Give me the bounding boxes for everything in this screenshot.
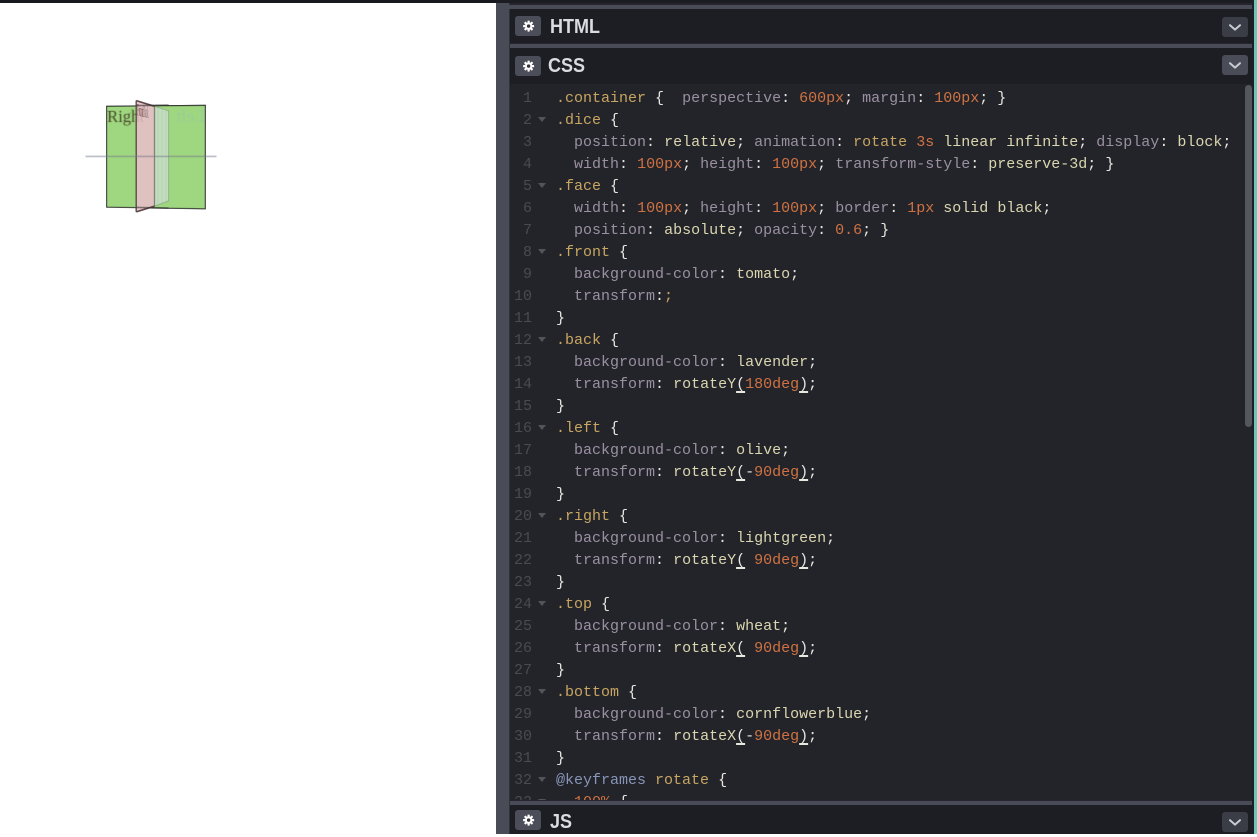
svg-text:Back: Back (143, 101, 148, 122)
svg-text:Front: Front (137, 100, 143, 121)
